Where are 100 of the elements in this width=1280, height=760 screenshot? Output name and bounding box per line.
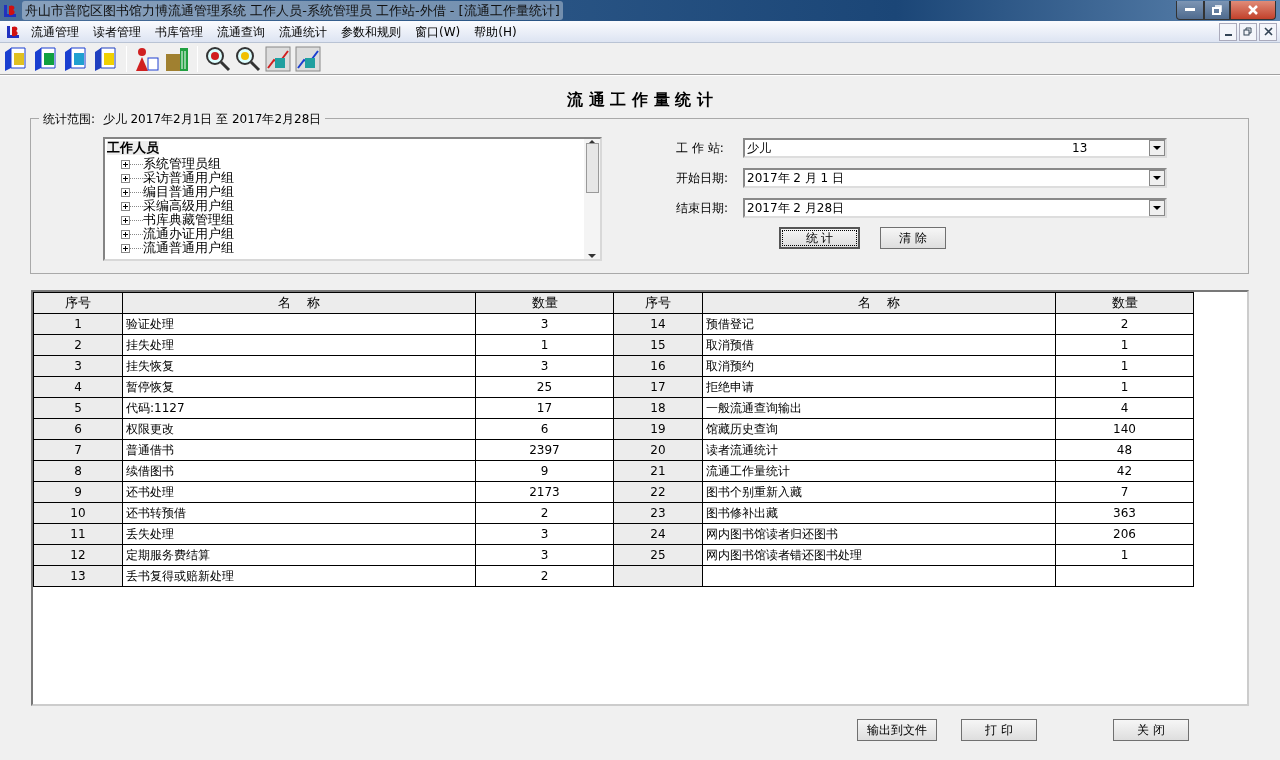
row-number: 20	[614, 440, 702, 460]
tree-item[interactable]: 系统管理员组	[143, 157, 221, 171]
column-header[interactable]: 序号	[614, 293, 702, 313]
menu-item[interactable]: 窗口(W)	[408, 22, 468, 41]
field-label: 开始日期:	[676, 170, 730, 187]
table-cell: 2	[476, 503, 613, 523]
row-number: 1	[34, 314, 122, 334]
dollar-book-icon[interactable]	[93, 45, 119, 72]
menu-item[interactable]: 流通管理	[24, 22, 86, 41]
table-cell: 17	[476, 398, 613, 418]
scrollbar[interactable]	[584, 139, 600, 259]
column-header[interactable]: 名 称	[123, 293, 475, 313]
table-cell: 一般流通查询输出	[703, 398, 1055, 418]
menu-item[interactable]: 流通统计	[272, 22, 334, 41]
column-header[interactable]: 名 称	[703, 293, 1055, 313]
footer-button[interactable]: 输出到文件	[857, 719, 937, 741]
menu-item[interactable]: 读者管理	[86, 22, 148, 41]
tree-item[interactable]: 流通办证用户组	[143, 227, 234, 241]
table-cell: 预借登记	[703, 314, 1055, 334]
person-icon[interactable]	[134, 45, 160, 72]
menu-item[interactable]: 书库管理	[148, 22, 210, 41]
table-cell: 图书个别重新入藏	[703, 482, 1055, 502]
footer-button[interactable]: 关 闭	[1113, 719, 1189, 741]
row-number: 17	[614, 377, 702, 397]
table-cell: 4	[1056, 398, 1193, 418]
row-number: 16	[614, 356, 702, 376]
menu-item[interactable]: 帮助(H)	[467, 22, 524, 41]
table-cell: 读者流通统计	[703, 440, 1055, 460]
expand-icon[interactable]	[121, 201, 143, 211]
expand-icon[interactable]	[121, 229, 143, 239]
restore-button[interactable]	[1239, 22, 1257, 41]
chart-icon[interactable]	[265, 45, 291, 72]
book-icon[interactable]	[3, 45, 29, 72]
footer-button[interactable]: 打 印	[961, 719, 1037, 741]
row-number: 15	[614, 335, 702, 355]
dropdown-field[interactable]: 少儿 13	[743, 138, 1167, 158]
app-logo-icon	[2, 2, 18, 19]
table-cell: 网内图书馆读者归还图书	[703, 524, 1055, 544]
table-cell: 1	[1056, 335, 1193, 355]
row-number: 13	[34, 566, 122, 586]
dropdown-field[interactable]: 2017年 2 月28日	[743, 198, 1167, 218]
expand-icon[interactable]	[121, 173, 143, 183]
magnifier-icon[interactable]	[205, 45, 231, 72]
expand-icon[interactable]	[121, 187, 143, 197]
dropdown-field[interactable]: 2017年 2 月 1 日	[743, 168, 1167, 188]
chart-icon[interactable]	[295, 45, 321, 72]
book-icon[interactable]	[33, 45, 59, 72]
maximize-button[interactable]	[1204, 1, 1230, 20]
book-icon[interactable]	[63, 45, 89, 72]
tree-item[interactable]: 采访普通用户组	[143, 171, 234, 185]
table-cell: 图书修补出藏	[703, 503, 1055, 523]
close-button[interactable]	[1230, 1, 1276, 20]
tree-item[interactable]: 采编高级用户组	[143, 199, 234, 213]
tree-item[interactable]: 书库典藏管理组	[143, 213, 234, 227]
building-icon[interactable]	[164, 45, 190, 72]
staff-tree[interactable]: 工作人员 系统管理员组 采访普通用户组 编目普通用户组 采编高级用户组 书库典藏管理组 流通办证用户组 流通普通用户组	[103, 137, 602, 261]
column-header[interactable]: 数量	[1056, 293, 1193, 313]
row-number: 10	[34, 503, 122, 523]
action-button[interactable]: 统 计	[779, 227, 860, 249]
minimize-button[interactable]	[1176, 1, 1204, 20]
table-cell: 25	[476, 377, 613, 397]
table-cell: 7	[1056, 482, 1193, 502]
column-header[interactable]: 序号	[34, 293, 122, 313]
tree-root[interactable]: 工作人员	[107, 141, 159, 155]
table-cell: 挂失处理	[123, 335, 475, 355]
minimize-icon	[1185, 8, 1195, 12]
row-number: 5	[34, 398, 122, 418]
table-cell: 42	[1056, 461, 1193, 481]
table-cell: 140	[1056, 419, 1193, 439]
expand-icon[interactable]	[121, 243, 143, 253]
expand-icon[interactable]	[121, 159, 143, 169]
close-icon	[1263, 27, 1273, 36]
close-icon	[1247, 5, 1259, 15]
app-logo-icon[interactable]	[5, 23, 21, 40]
tree-item[interactable]: 编目普通用户组	[143, 185, 234, 199]
action-button[interactable]: 清 除	[880, 227, 946, 249]
row-number: 21	[614, 461, 702, 481]
scroll-down-icon[interactable]	[588, 254, 596, 259]
magnifier-icon[interactable]	[235, 45, 261, 72]
expand-icon[interactable]	[121, 215, 143, 225]
table-cell: 权限更改	[123, 419, 475, 439]
menu-item[interactable]: 参数和规则	[334, 22, 408, 41]
table-cell: 流通工作量统计	[703, 461, 1055, 481]
row-number: 11	[34, 524, 122, 544]
table-cell: 1	[1056, 545, 1193, 565]
table-cell: 丢书复得或赔新处理	[123, 566, 475, 586]
row-number: 4	[34, 377, 122, 397]
row-number: 8	[34, 461, 122, 481]
table-cell: 暂停恢复	[123, 377, 475, 397]
minimize-button[interactable]	[1219, 22, 1237, 41]
row-number: 7	[34, 440, 122, 460]
close-button[interactable]	[1259, 22, 1277, 41]
row-number: 2	[34, 335, 122, 355]
table-cell: 48	[1056, 440, 1193, 460]
tree-item[interactable]: 流通普通用户组	[143, 241, 234, 255]
menu-item[interactable]: 流通查询	[210, 22, 272, 41]
table-cell: 定期服务费结算	[123, 545, 475, 565]
row-number: 14	[614, 314, 702, 334]
table-cell: 续借图书	[123, 461, 475, 481]
column-header[interactable]: 数量	[476, 293, 613, 313]
